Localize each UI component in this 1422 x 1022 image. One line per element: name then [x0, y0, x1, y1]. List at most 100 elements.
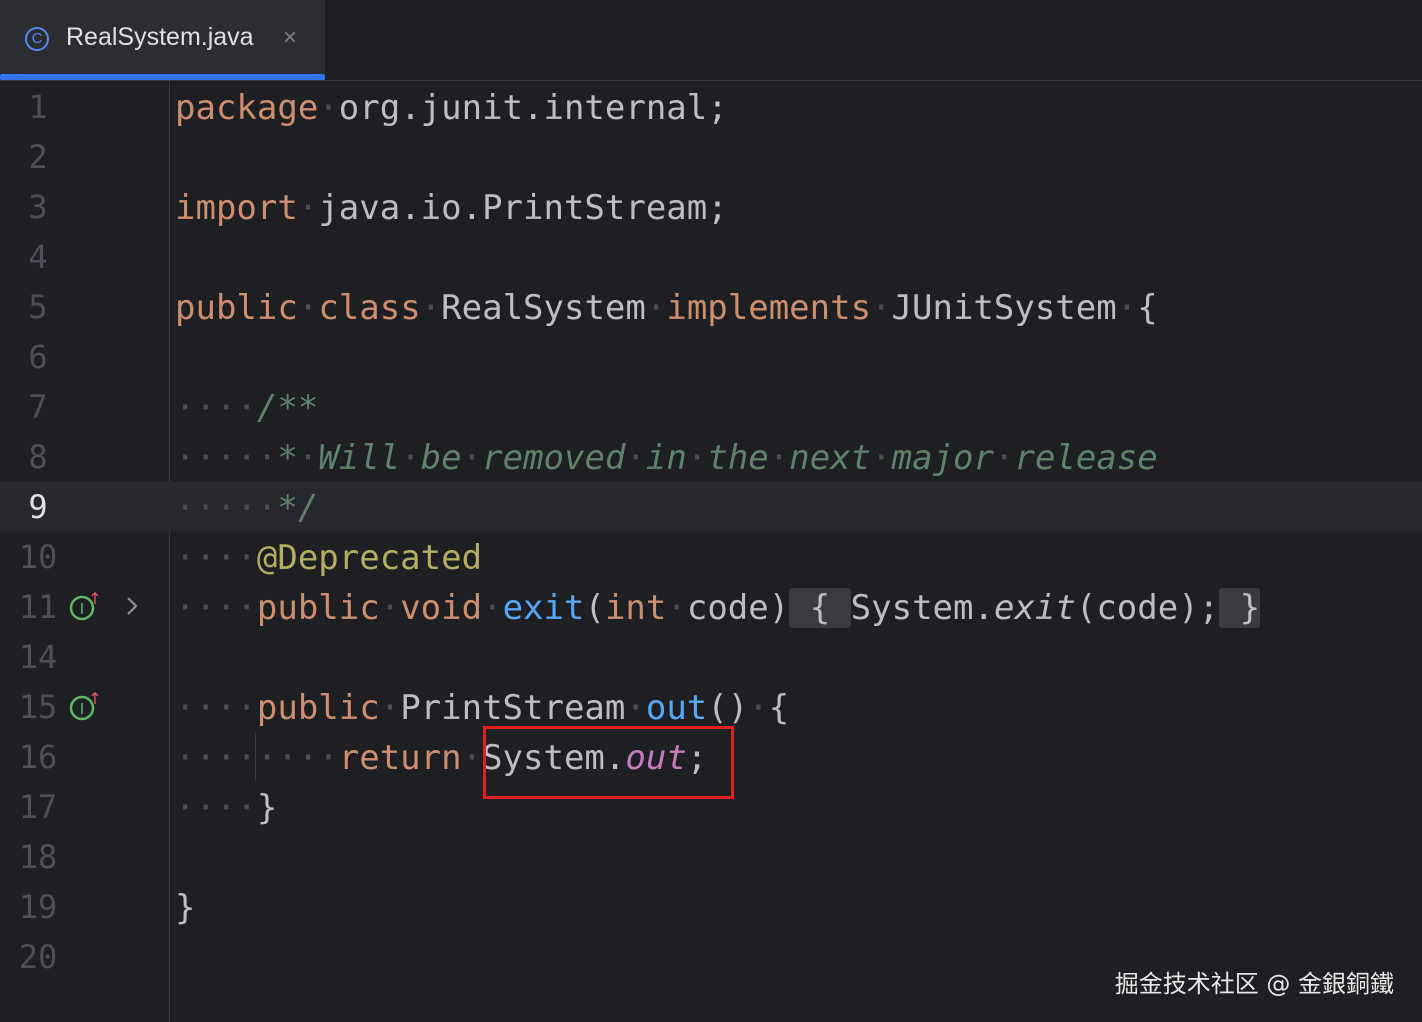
code-text: } [175, 890, 195, 926]
class-name: RealSystem [441, 288, 646, 328]
chevron-right-icon[interactable] [122, 592, 142, 620]
code-text: ····@Deprecated [175, 538, 483, 578]
line-number: 18 [18, 838, 58, 876]
implementing-method-icon[interactable]: I ↑ [68, 690, 100, 722]
line-number: 10 [18, 538, 58, 576]
implements-icon-letter: I [80, 600, 84, 618]
line-number: 20 [18, 938, 58, 976]
static-method-call: exit [993, 588, 1076, 628]
class-icon: C [25, 27, 49, 51]
implements-icon-letter: I [80, 700, 84, 718]
code-line: 19 } [0, 882, 1422, 932]
brace: } [175, 888, 196, 928]
active-tab-indicator [0, 74, 325, 80]
code-line-current: 9 ·····*/ [0, 482, 1422, 532]
brace: } [256, 788, 278, 828]
code-line: 10 ····@Deprecated [0, 532, 1422, 582]
keyword: import [175, 188, 298, 228]
line-number: 16 [18, 738, 58, 776]
code-text: import·java.io.PrintStream; [175, 188, 728, 228]
comment-word: be [420, 438, 462, 478]
brace: { [768, 688, 790, 728]
keyword: int [604, 588, 667, 628]
implementing-method-icon[interactable]: I ↑ [68, 590, 100, 622]
highlight-annotation-box [483, 726, 734, 799]
code-line: 5 public·class·RealSystem·implements·JUn… [0, 282, 1422, 332]
keyword: package [175, 88, 319, 128]
code-text: ····/** [175, 388, 319, 428]
comment-word: removed [482, 438, 626, 478]
keyword: implements [666, 288, 872, 328]
keyword: public [256, 688, 380, 728]
up-arrow-icon: ↑ [88, 690, 100, 708]
line-number: 5 [28, 288, 48, 326]
method-name: exit [502, 588, 585, 628]
keyword: public [175, 288, 298, 328]
code-text: ····} [175, 788, 278, 828]
system-ref: System. [850, 588, 994, 628]
editor-tab-bar: C RealSystem.java × [0, 0, 1422, 81]
comment-word: the [707, 438, 769, 478]
comment: */ [277, 488, 319, 528]
code-text: package·org.junit.internal; [175, 88, 728, 128]
line-number: 1 [28, 88, 48, 126]
keyword: class [318, 288, 421, 328]
folded-region-start[interactable]: { [789, 588, 851, 628]
line-number: 3 [28, 188, 48, 226]
annotation: @Deprecated [256, 538, 483, 578]
comment-word: release [1014, 438, 1158, 478]
type-name: PrintStream [400, 688, 626, 728]
line-number: 11 [18, 588, 58, 626]
indent-guide [255, 733, 256, 781]
up-arrow-icon: ↑ [88, 590, 100, 608]
code-line: 11 I ↑ ····public·void·exit(int·code) { … [0, 582, 1422, 632]
folded-region-end[interactable]: } [1219, 588, 1261, 628]
close-icon[interactable]: × [283, 24, 297, 52]
code-line: 6 [0, 332, 1422, 382]
code-line: 4 [0, 232, 1422, 282]
param: code) [686, 588, 790, 628]
code-text: public·class·RealSystem·implements·JUnit… [175, 288, 1158, 328]
comment-word: next [789, 438, 872, 478]
comment-word: in [645, 438, 687, 478]
code-line: 1 package·org.junit.internal; [0, 82, 1422, 132]
brace: { [1137, 288, 1158, 328]
keyword: public [256, 588, 380, 628]
line-number: 4 [28, 238, 48, 276]
keyword: return [338, 738, 462, 778]
code-text: ····public·PrintStream·out()·{ [175, 688, 790, 728]
line-number: 19 [18, 888, 58, 926]
code-line: 14 [0, 632, 1422, 682]
code-text: ·····*/ [175, 488, 319, 528]
line-number: 17 [18, 788, 58, 826]
tab-title: RealSystem.java [66, 23, 254, 51]
code-text: ····public·void·exit(int·code) { System.… [175, 588, 1261, 628]
code-line: 7 ····/** [0, 382, 1422, 432]
comment: /** [256, 388, 319, 428]
comment: * [277, 438, 298, 478]
line-number: 7 [28, 388, 48, 426]
code-line: 15 I ↑ ····public·PrintStream·out()·{ [0, 682, 1422, 732]
line-number: 2 [28, 138, 48, 176]
line-number: 9 [28, 488, 48, 526]
method-name: out [645, 688, 708, 728]
watermark: 掘金技术社区 @ 金銀銅鐵 [1114, 970, 1394, 998]
code-line: 8 ·····*·Will·be·removed·in·the·next·maj… [0, 432, 1422, 482]
import-name: java.io.PrintStream; [318, 188, 728, 228]
keyword: void [400, 588, 483, 628]
call-args: (code); [1075, 588, 1220, 628]
paren: ( [584, 588, 605, 628]
line-number: 15 [18, 688, 58, 726]
code-line: 2 [0, 132, 1422, 182]
line-number: 8 [28, 438, 48, 476]
tab-realsystem-java[interactable]: C RealSystem.java × [0, 0, 325, 80]
package-name: org.junit.internal; [338, 88, 728, 128]
interface-name: JUnitSystem [891, 288, 1117, 328]
comment-word: Will [318, 438, 401, 478]
parens: () [707, 688, 749, 728]
line-number: 6 [28, 338, 48, 376]
code-line: 3 import·java.io.PrintStream; [0, 182, 1422, 232]
code-text: ·····*·Will·be·removed·in·the·next·major… [175, 438, 1158, 478]
comment-word: major [891, 438, 994, 478]
code-line: 18 [0, 832, 1422, 882]
